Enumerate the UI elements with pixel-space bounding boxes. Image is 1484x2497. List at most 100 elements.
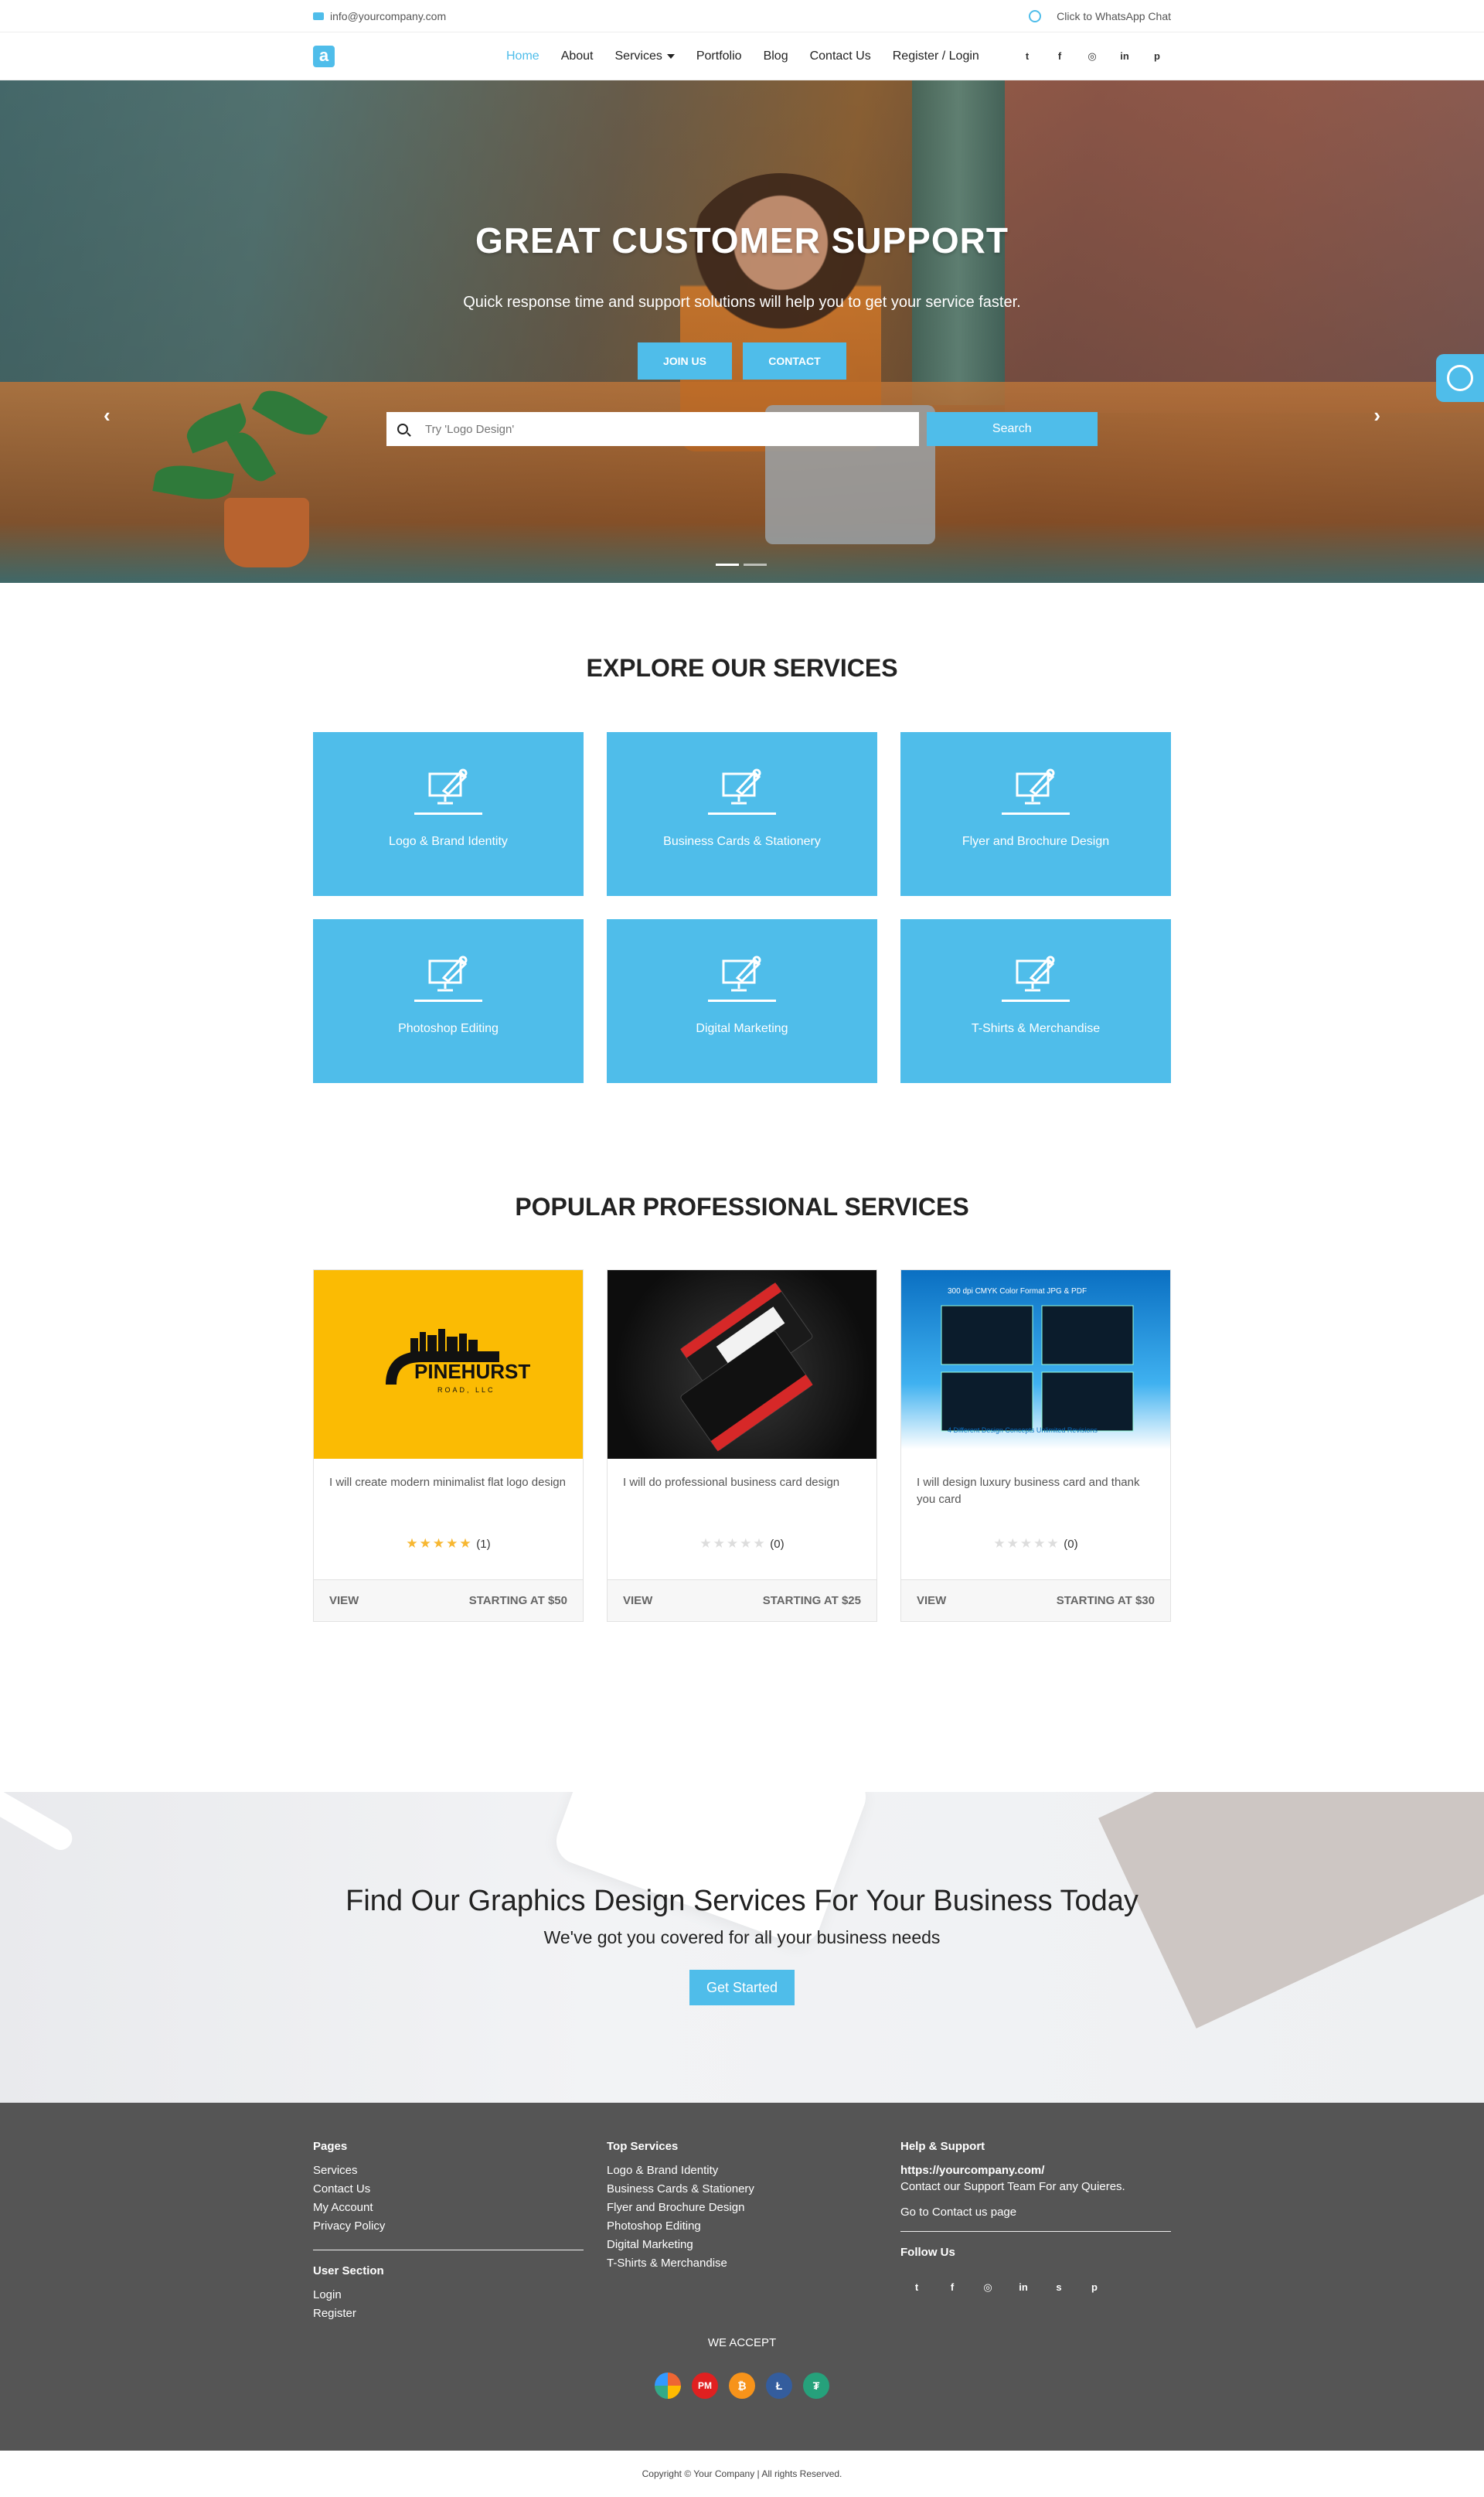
view-link[interactable]: VIEW <box>917 1594 946 1607</box>
footer-top-services-column: Top Services Logo & Brand Identity Busin… <box>607 2140 877 2325</box>
search-button[interactable]: Search <box>926 412 1098 446</box>
nav-portfolio[interactable]: Portfolio <box>696 49 742 63</box>
service-category-card[interactable]: Photoshop Editing <box>313 919 584 1083</box>
search-box[interactable] <box>386 412 919 446</box>
nav-services[interactable]: Services <box>615 49 675 63</box>
whatsapp-icon[interactable] <box>1029 10 1042 22</box>
service-card-title[interactable]: I will design luxury business card and t… <box>901 1459 1170 1536</box>
cta-title: Find Our Graphics Design Services For Yo… <box>345 1885 1139 1917</box>
footer-link[interactable]: Photoshop Editing <box>607 2219 877 2233</box>
service-card-image[interactable]: PINEHURST ROAD, LLC <box>314 1270 583 1459</box>
popular-grid: PINEHURST ROAD, LLC I will create modern… <box>313 1269 1171 1622</box>
slider-dot[interactable] <box>716 564 739 566</box>
business-card-mockup-image <box>680 1283 813 1452</box>
footer-link[interactable]: Privacy Policy <box>313 2219 584 2233</box>
service-card-footer: VIEW STARTING AT $25 <box>608 1579 876 1621</box>
whatsapp-link[interactable]: Click to WhatsApp Chat <box>1057 10 1171 22</box>
view-link[interactable]: VIEW <box>329 1594 359 1607</box>
footer-social: t f ◎ in s p <box>900 2281 1171 2294</box>
nav-contact[interactable]: Contact Us <box>810 49 871 63</box>
footer-contact-link[interactable]: Go to Contact us page <box>900 2206 1171 2219</box>
footer-link[interactable]: Services <box>313 2164 584 2177</box>
luxury-card-mockup-image: 300 dpi CMYK Color Format JPG & PDF 4 Di… <box>941 1287 1134 1434</box>
service-category-card[interactable]: Logo & Brand Identity <box>313 732 584 896</box>
footer-link[interactable]: T-Shirts & Merchandise <box>607 2257 877 2270</box>
service-category-label: Digital Marketing <box>696 1022 788 1035</box>
service-card-image[interactable]: 300 dpi CMYK Color Format JPG & PDF 4 Di… <box>901 1270 1170 1459</box>
twitter-icon[interactable]: t <box>910 2281 924 2294</box>
service-divider <box>708 812 776 815</box>
footer-link[interactable]: Digital Marketing <box>607 2238 877 2251</box>
pinterest-icon[interactable]: p <box>1087 2281 1101 2294</box>
facebook-icon[interactable]: f <box>1053 50 1066 63</box>
design-monitor-icon <box>1014 955 1057 992</box>
cta-subtitle: We've got you covered for all your busin… <box>543 1927 941 1947</box>
instagram-icon[interactable]: ◎ <box>1086 50 1098 63</box>
get-started-button[interactable]: Get Started <box>689 1970 795 2005</box>
slider-indicators <box>716 564 767 566</box>
nav-about[interactable]: About <box>561 49 594 63</box>
payment-methods: PM ₿ Ł ₮ <box>313 2373 1171 2399</box>
service-divider <box>1002 1000 1070 1002</box>
footer-register-link[interactable]: Register <box>313 2307 584 2320</box>
service-card-image[interactable] <box>608 1270 876 1459</box>
hero-subtitle: Quick response time and support solution… <box>463 294 1021 311</box>
nav-register-login[interactable]: Register / Login <box>893 49 979 63</box>
service-card[interactable]: PINEHURST ROAD, LLC I will create modern… <box>313 1269 584 1622</box>
service-category-card[interactable]: Business Cards & Stationery <box>607 732 877 896</box>
footer-site-link[interactable]: https://yourcompany.com/ <box>900 2164 1171 2177</box>
footer-help-title: Help & Support <box>900 2140 985 2153</box>
tether-icon: ₮ <box>803 2373 829 2399</box>
linkedin-icon[interactable]: in <box>1118 50 1131 63</box>
join-us-button[interactable]: JOIN US <box>638 342 732 380</box>
services-title: EXPLORE OUR SERVICES <box>586 654 898 682</box>
rating-count: (0) <box>1064 1538 1078 1551</box>
footer: Pages Services Contact Us My Account Pri… <box>0 2103 1484 2451</box>
nav-home[interactable]: Home <box>506 49 539 63</box>
hero-buttons: JOIN US CONTACT <box>0 342 1484 380</box>
facebook-icon[interactable]: f <box>945 2281 959 2294</box>
linkedin-icon[interactable]: in <box>1016 2281 1030 2294</box>
footer-link[interactable]: My Account <box>313 2201 584 2214</box>
search-input[interactable] <box>425 422 889 436</box>
service-category-card[interactable]: Digital Marketing <box>607 919 877 1083</box>
contact-button[interactable]: CONTACT <box>743 342 846 380</box>
pinterest-icon[interactable]: p <box>1151 50 1163 63</box>
service-card[interactable]: I will do professional business card des… <box>607 1269 877 1622</box>
whatsapp-icon <box>1447 365 1473 391</box>
whatsapp-float-button[interactable] <box>1436 354 1484 402</box>
footer-link[interactable]: Contact Us <box>313 2182 584 2196</box>
slider-prev-icon[interactable]: ‹ <box>104 404 111 428</box>
hero-search: Search <box>386 412 1098 446</box>
footer-link[interactable]: Flyer and Brochure Design <box>607 2201 877 2214</box>
cta-background-keyboard <box>550 1792 873 1950</box>
topbar-email[interactable]: info@yourcompany.com <box>330 10 446 22</box>
instagram-icon[interactable]: ◎ <box>981 2281 995 2294</box>
svg-text:ROAD, LLC: ROAD, LLC <box>437 1386 495 1394</box>
service-card-title[interactable]: I will do professional business card des… <box>608 1459 876 1536</box>
service-card[interactable]: 300 dpi CMYK Color Format JPG & PDF 4 Di… <box>900 1269 1171 1622</box>
nav-blog[interactable]: Blog <box>764 49 788 63</box>
slider-next-icon[interactable]: › <box>1373 404 1380 428</box>
slider-dot[interactable] <box>744 564 767 566</box>
skype-icon[interactable]: s <box>1052 2281 1066 2294</box>
service-card-title[interactable]: I will create modern minimalist flat log… <box>314 1459 583 1536</box>
service-divider <box>414 812 482 815</box>
footer-link[interactable]: Logo & Brand Identity <box>607 2164 877 2177</box>
design-monitor-icon <box>720 768 764 805</box>
service-category-card[interactable]: Flyer and Brochure Design <box>900 732 1171 896</box>
view-link[interactable]: VIEW <box>623 1594 652 1607</box>
svg-text:300 dpi CMYK Color Format JPG: 300 dpi CMYK Color Format JPG & PDF <box>948 1287 1087 1296</box>
popular-section: POPULAR PROFESSIONAL SERVICES PINEHURST … <box>313 1083 1171 1622</box>
pinehurst-logo-image: PINEHURST ROAD, LLC <box>386 1329 530 1394</box>
caret-down-icon <box>666 53 675 59</box>
svg-text:PINEHURST: PINEHURST <box>414 1360 530 1383</box>
footer-link[interactable]: Business Cards & Stationery <box>607 2182 877 2196</box>
footer-login-link[interactable]: Login <box>313 2288 584 2301</box>
price-label: STARTING AT $25 <box>762 1594 861 1607</box>
twitter-icon[interactable]: t <box>1021 50 1033 63</box>
service-category-card[interactable]: T-Shirts & Merchandise <box>900 919 1171 1083</box>
perfect-money-icon: PM <box>692 2373 718 2399</box>
design-monitor-icon <box>1014 768 1057 805</box>
site-logo[interactable]: a <box>313 46 335 67</box>
